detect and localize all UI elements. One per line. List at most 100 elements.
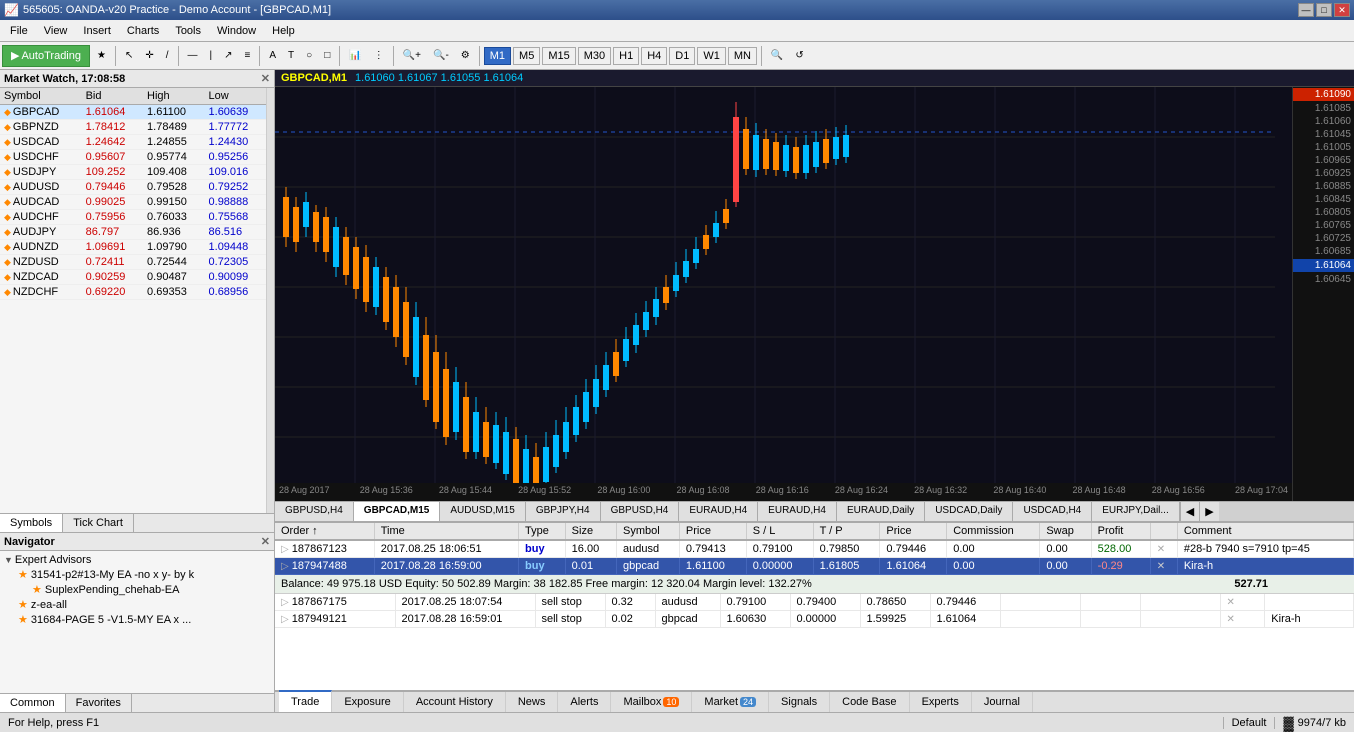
nav-item-0[interactable]: ▼Expert Advisors	[2, 553, 272, 567]
nav-item-2[interactable]: ★SuplexPending_chehab-EA	[30, 582, 272, 597]
menu-tools[interactable]: Tools	[167, 23, 209, 39]
chart-tab-audusd-m15[interactable]: AUDUSD,M15	[440, 502, 525, 521]
chart-tab-usdcad-daily[interactable]: USDCAD,Daily	[925, 502, 1013, 521]
term-tab-trade[interactable]: Trade	[279, 690, 332, 712]
mw-row-gbpcad[interactable]: ◆GBPCAD 1.61064 1.61100 1.60639	[0, 105, 266, 120]
term-tab-exposure[interactable]: Exposure	[332, 692, 403, 712]
zoom-out-button[interactable]: 🔍-	[428, 45, 454, 67]
crosshair-button[interactable]: ✛	[140, 45, 158, 67]
tf-h1[interactable]: H1	[613, 47, 639, 65]
nav-item-4[interactable]: ★31684-PAGE 5 -V1.5-MY EA x ...	[16, 612, 272, 627]
candle-chart-area[interactable]: 28 Aug 2017 28 Aug 15:36 28 Aug 15:44 28…	[275, 87, 1292, 501]
menu-help[interactable]: Help	[264, 23, 303, 39]
term-tab-experts[interactable]: Experts	[910, 692, 972, 712]
properties-button[interactable]: ⚙	[456, 45, 475, 67]
star-button[interactable]: ★	[92, 45, 111, 67]
text-button[interactable]: A	[264, 45, 281, 67]
mw-row-audchf[interactable]: ◆AUDCHF 0.75956 0.76033 0.75568	[0, 210, 266, 225]
close-button[interactable]: ✕	[1334, 3, 1350, 17]
menu-window[interactable]: Window	[209, 23, 264, 39]
chart-tab-eurjpy[interactable]: EURJPY,Dail...	[1092, 502, 1180, 521]
hline-button[interactable]: —	[183, 45, 203, 67]
pending-row-1[interactable]: ▷ 187867175 2017.08.25 18:07:54 sell sto…	[275, 594, 1354, 611]
mw-row-nzdchf[interactable]: ◆NZDCHF 0.69220 0.69353 0.68956	[0, 285, 266, 300]
tab-symbols[interactable]: Symbols	[0, 514, 63, 532]
order-close-2[interactable]: ✕	[1150, 558, 1177, 575]
label-button[interactable]: T	[283, 45, 299, 67]
menu-view[interactable]: View	[36, 23, 76, 39]
term-tab-journal[interactable]: Journal	[972, 692, 1033, 712]
chart-tab-gbpcad-m15[interactable]: GBPCAD,M15	[354, 502, 441, 521]
order-row-1[interactable]: ▷ 187867123 2017.08.25 18:06:51 buy 16.0…	[275, 540, 1354, 558]
menu-file[interactable]: File	[2, 23, 36, 39]
term-tab-alerts[interactable]: Alerts	[558, 692, 611, 712]
navigator-close[interactable]: ✕	[261, 535, 270, 548]
period-sep-button[interactable]: ⋮	[369, 45, 389, 67]
chart-tab-arrow-left[interactable]: ◀	[1180, 502, 1199, 521]
term-tab-mailbox[interactable]: Mailbox10	[611, 692, 692, 712]
nav-item-1[interactable]: ★31541-p2#13-My EA -no x y- by k	[16, 567, 272, 582]
mw-row-usdcad[interactable]: ◆USDCAD 1.24642 1.24855 1.24430	[0, 135, 266, 150]
mw-row-nzdusd[interactable]: ◆NZDUSD 0.72411 0.72544 0.72305	[0, 255, 266, 270]
term-tab-codebase[interactable]: Code Base	[830, 692, 909, 712]
rect-button[interactable]: □	[319, 45, 335, 67]
maximize-button[interactable]: □	[1316, 3, 1332, 17]
mw-row-audusd[interactable]: ◆AUDUSD 0.79446 0.79528 0.79252	[0, 180, 266, 195]
search-button[interactable]: 🔍	[766, 45, 788, 67]
mw-row-audnzd[interactable]: ◆AUDNZD 1.09691 1.09790 1.09448	[0, 240, 266, 255]
term-tab-account-history[interactable]: Account History	[404, 692, 506, 712]
tf-h4[interactable]: H4	[641, 47, 667, 65]
cursor-button[interactable]: ↖	[120, 45, 138, 67]
market-watch-list[interactable]: Symbol Bid High Low ◆GBPCAD 1.61064 1.61…	[0, 88, 266, 513]
chart-tab-gbpusd-h4-1[interactable]: GBPUSD,H4	[275, 502, 354, 521]
line-button[interactable]: /	[161, 45, 174, 67]
chart-tab-euraud-h4-1[interactable]: EURAUD,H4	[679, 502, 758, 521]
menu-charts[interactable]: Charts	[119, 23, 167, 39]
chart-tab-usdcad-h4[interactable]: USDCAD,H4	[1013, 502, 1092, 521]
pending-close-2[interactable]: ✕	[1220, 611, 1265, 628]
trend-button[interactable]: ↗	[219, 45, 237, 67]
mw-row-audcad[interactable]: ◆AUDCAD 0.99025 0.99150 0.98888	[0, 195, 266, 210]
market-watch-close[interactable]: ✕	[261, 72, 270, 85]
chart-tab-gbpjpy-h4[interactable]: GBPJPY,H4	[526, 502, 601, 521]
nav-tab-common[interactable]: Common	[0, 694, 66, 712]
terminal-scroll[interactable]: Order ↑ Time Type Size Symbol Price S / …	[275, 523, 1354, 690]
term-tab-signals[interactable]: Signals	[769, 692, 830, 712]
chart-tab-arrow-right[interactable]: ▶	[1199, 502, 1218, 521]
fib-button[interactable]: ≡	[240, 45, 256, 67]
order-close-1[interactable]: ✕	[1150, 540, 1177, 558]
chart-tab-euraud-h4-2[interactable]: EURAUD,H4	[758, 502, 837, 521]
pending-row-2[interactable]: ▷ 187949121 2017.08.28 16:59:01 sell sto…	[275, 611, 1354, 628]
menu-insert[interactable]: Insert	[75, 23, 119, 39]
tf-m1[interactable]: M1	[484, 47, 511, 65]
tf-m15[interactable]: M15	[542, 47, 575, 65]
tf-m30[interactable]: M30	[578, 47, 611, 65]
refresh-button[interactable]: ↺	[790, 45, 808, 67]
mw-row-audjpy[interactable]: ◆AUDJPY 86.797 86.936 86.516	[0, 225, 266, 240]
pending-close-1[interactable]: ✕	[1220, 594, 1265, 611]
mw-row-gbpnzd[interactable]: ◆GBPNZD 1.78412 1.78489 1.77772	[0, 120, 266, 135]
ellipse-button[interactable]: ○	[301, 45, 317, 67]
vline-button[interactable]: |	[205, 45, 218, 67]
navigator-tree[interactable]: ▼Expert Advisors★31541-p2#13-My EA -no x…	[0, 551, 274, 693]
nav-item-3[interactable]: ★z-ea-all	[16, 597, 272, 612]
tf-w1[interactable]: W1	[697, 47, 726, 65]
minimize-button[interactable]: —	[1298, 3, 1314, 17]
indicator-button[interactable]: 📊	[344, 45, 366, 67]
nav-tab-favorites[interactable]: Favorites	[66, 694, 132, 712]
autotrading-button[interactable]: ▶ AutoTrading	[2, 45, 90, 67]
chart-tab-gbpusd-h4-2[interactable]: GBPUSD,H4	[601, 502, 680, 521]
mw-row-usdchf[interactable]: ◆USDCHF 0.95607 0.95774 0.95256	[0, 150, 266, 165]
tf-d1[interactable]: D1	[669, 47, 695, 65]
order-row-2[interactable]: ▷ 187947488 2017.08.28 16:59:00 buy 0.01…	[275, 558, 1354, 575]
mw-row-usdjpy[interactable]: ◆USDJPY 109.252 109.408 109.016	[0, 165, 266, 180]
tab-tick-chart[interactable]: Tick Chart	[63, 514, 134, 532]
term-tab-market[interactable]: Market24	[692, 692, 769, 712]
tf-mn[interactable]: MN	[728, 47, 757, 65]
zoom-in-button[interactable]: 🔍+	[398, 45, 426, 67]
term-tab-news[interactable]: News	[506, 692, 559, 712]
mw-scrollbar[interactable]	[266, 88, 274, 513]
tf-m5[interactable]: M5	[513, 47, 540, 65]
mw-row-nzdcad[interactable]: ◆NZDCAD 0.90259 0.90487 0.90099	[0, 270, 266, 285]
chart-tab-euraud-daily[interactable]: EURAUD,Daily	[837, 502, 925, 521]
